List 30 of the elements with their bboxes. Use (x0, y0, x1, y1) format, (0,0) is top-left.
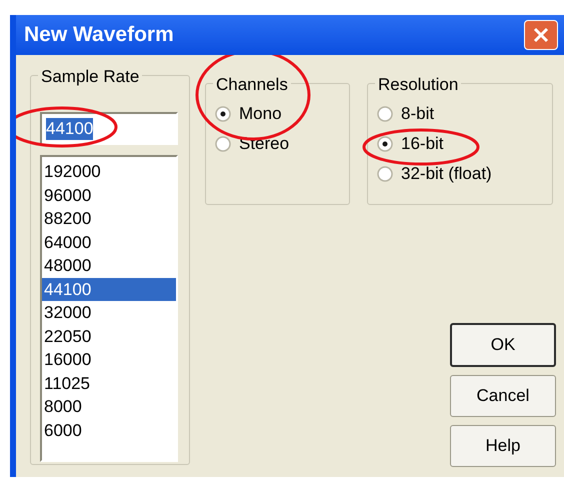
radio-label[interactable]: 8-bit (401, 101, 434, 127)
list-item[interactable]: 22050 (42, 324, 176, 348)
radio-button[interactable] (215, 106, 231, 122)
list-item[interactable]: 96000 (42, 184, 176, 207)
list-item[interactable]: 48000 (42, 254, 176, 278)
list-item[interactable]: 64000 (42, 230, 176, 254)
radio-label[interactable]: Mono (239, 101, 282, 127)
close-icon (532, 26, 550, 44)
list-item[interactable]: 11025 (42, 372, 176, 395)
list-item[interactable]: 44100 (42, 278, 176, 301)
sample-rate-list[interactable]: 192000 96000 88200 64000 48000 44100 32000 22050 16000 11025 8000 6000 (40, 155, 178, 462)
list-item[interactable]: 32000 (42, 301, 176, 324)
radio-button[interactable] (377, 106, 393, 122)
radio-label[interactable]: 16-bit (401, 131, 444, 157)
list-item[interactable]: 6000 (42, 418, 176, 442)
list-item[interactable]: 88200 (42, 207, 176, 230)
dialog-button[interactable]: Help (450, 425, 556, 467)
dialog-button[interactable]: Cancel (450, 375, 556, 417)
list-item[interactable]: 16000 (42, 348, 176, 372)
sample-rate-field[interactable]: 44100 (40, 112, 178, 145)
list-item[interactable]: 8000 (42, 395, 176, 418)
radio-button[interactable] (215, 136, 231, 152)
close-button[interactable] (524, 20, 558, 50)
dialog-button[interactable]: OK (450, 323, 556, 367)
selected-text: 44100 (46, 118, 94, 140)
radio-button[interactable] (377, 166, 393, 182)
radio-label[interactable]: 32-bit (float) (401, 161, 492, 187)
list-item[interactable]: 192000 (42, 160, 176, 184)
radio-button[interactable] (377, 136, 393, 152)
window-title: New Waveform (24, 22, 174, 48)
